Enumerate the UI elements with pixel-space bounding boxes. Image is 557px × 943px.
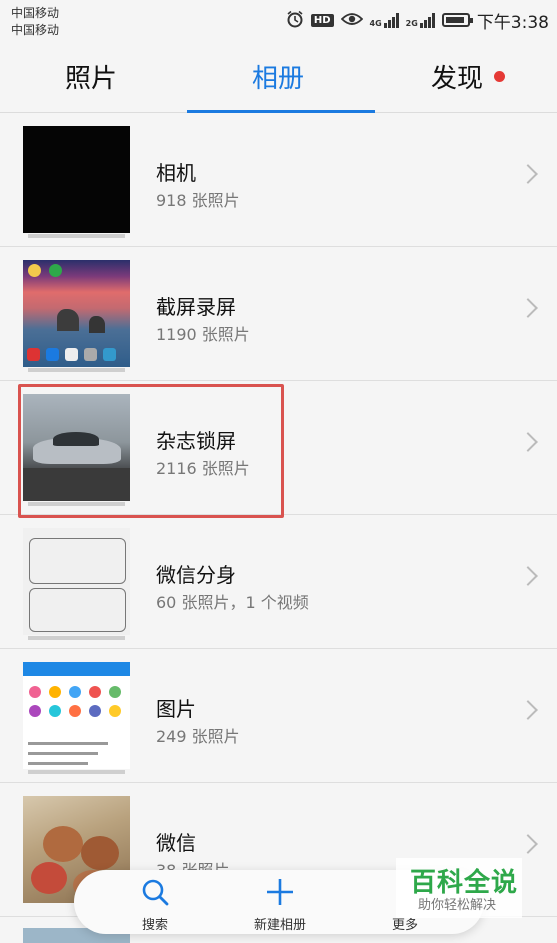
plus-icon	[265, 877, 295, 907]
watermark: 百科全说 助你轻松解决	[396, 858, 522, 918]
thumbnail-stack-shadow	[28, 636, 125, 640]
chevron-right-icon	[518, 164, 538, 184]
search-label: 搜索	[141, 918, 168, 933]
search-icon	[140, 877, 170, 907]
album-name: 截屏录屏	[156, 295, 236, 319]
tab-discover[interactable]: 发现	[431, 58, 483, 95]
album-name: 微信分身	[156, 563, 236, 587]
album-thumbnail	[23, 528, 130, 635]
battery-icon	[441, 13, 473, 27]
watermark-subtitle: 助你轻松解决	[418, 898, 497, 913]
status-icons: HD 4G 2G 下午3:38	[286, 8, 549, 33]
chevron-right-icon	[518, 298, 538, 318]
album-name: 图片	[156, 697, 196, 721]
alarm-icon	[286, 10, 304, 31]
search-button[interactable]: 搜索	[105, 870, 205, 934]
top-tab-bar: 照片 相册 发现	[0, 44, 557, 113]
album-name: 相机	[156, 161, 196, 185]
album-count: 1190 张照片	[156, 325, 250, 344]
album-count: 249 张照片	[156, 727, 240, 746]
thumbnail-stack-shadow	[28, 368, 125, 372]
album-thumbnail	[23, 126, 130, 233]
album-count: 60 张照片，1 个视频	[156, 593, 309, 612]
chevron-right-icon	[518, 566, 538, 586]
chevron-right-icon	[518, 432, 538, 452]
new-album-button[interactable]: 新建相册	[230, 870, 330, 934]
signal-icon: 4G	[370, 12, 399, 28]
chevron-right-icon	[518, 834, 538, 854]
album-count: 918 张照片	[156, 191, 240, 210]
eye-icon	[340, 11, 363, 30]
carrier-label: 中国移动	[11, 6, 60, 20]
album-name: 微信	[156, 831, 196, 855]
album-thumbnail	[23, 662, 130, 769]
network-type-label: 2G	[405, 19, 418, 28]
signal-icon: 2G	[406, 12, 435, 28]
chevron-right-icon	[518, 700, 538, 720]
tab-albums[interactable]: 相册	[252, 58, 304, 95]
album-row-pictures[interactable]: 图片 249 张照片	[0, 649, 557, 783]
album-row-screenshots[interactable]: 截屏录屏 1190 张照片	[0, 247, 557, 381]
thumbnail-stack-shadow	[28, 234, 125, 238]
album-thumbnail	[23, 260, 130, 367]
network-type-label: 4G	[369, 19, 382, 28]
thumbnail-stack-shadow	[28, 770, 125, 774]
album-row-camera[interactable]: 相机 918 张照片	[0, 113, 557, 247]
hd-badge: HD	[310, 13, 334, 27]
notification-dot	[494, 71, 505, 82]
tab-photos[interactable]: 照片	[65, 58, 117, 95]
album-row-wechat-clone[interactable]: 微信分身 60 张照片，1 个视频	[0, 515, 557, 649]
carrier-label: 中国移动	[11, 23, 60, 37]
clock: 下午3:38	[476, 12, 549, 33]
highlight-box	[18, 384, 284, 518]
status-bar: 中国移动 中国移动 HD 4G 2G 下午3:38	[0, 0, 557, 44]
new-album-label: 新建相册	[253, 918, 306, 933]
